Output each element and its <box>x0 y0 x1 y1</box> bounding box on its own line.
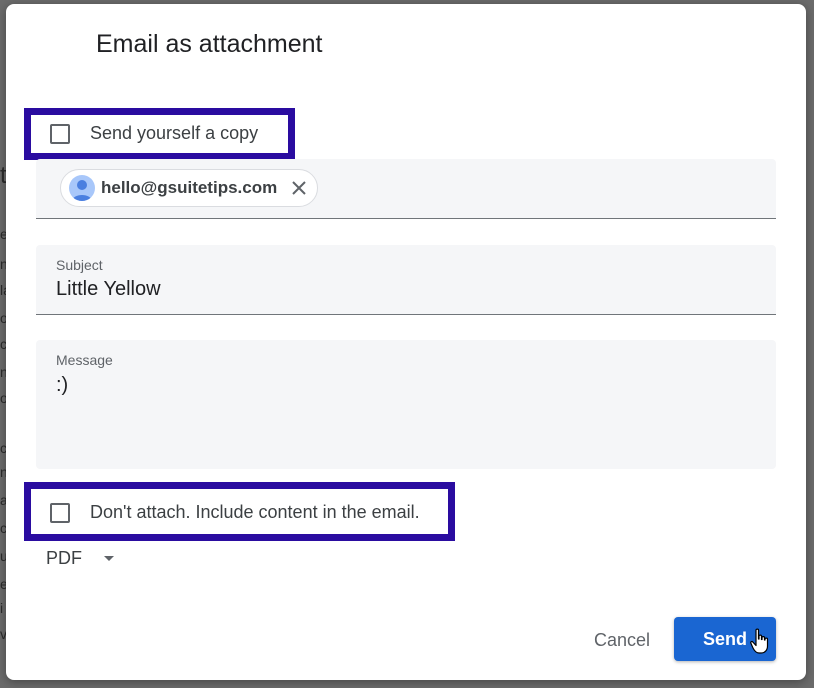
cancel-button[interactable]: Cancel <box>580 618 664 662</box>
no-attach-checkbox[interactable] <box>50 502 70 523</box>
message-input[interactable]: :) <box>56 374 68 397</box>
caret-down-icon <box>104 556 114 561</box>
message-label: Message <box>56 352 113 368</box>
send-copy-option[interactable]: Send yourself a copy <box>50 123 258 144</box>
recipient-email: hello@gsuitetips.com <box>101 178 278 197</box>
message-field[interactable]: Message :) <box>36 340 776 469</box>
hand-cursor-icon <box>750 628 770 659</box>
no-attach-label: Don't attach. Include content in the ema… <box>90 502 420 522</box>
person-avatar-icon <box>69 175 95 201</box>
subject-input[interactable]: Little Yellow <box>56 278 161 301</box>
send-copy-checkbox[interactable] <box>50 123 70 144</box>
format-select[interactable]: PDF <box>46 548 114 569</box>
subject-label: Subject <box>56 257 103 273</box>
recipient-chip[interactable]: hello@gsuitetips.com <box>60 169 319 207</box>
dialog-title: Email as attachment <box>96 30 323 58</box>
recipients-field[interactable]: hello@gsuitetips.com <box>36 159 776 219</box>
subject-field[interactable]: Subject Little Yellow <box>36 245 776 315</box>
format-selected: PDF <box>46 548 82 568</box>
close-icon[interactable] <box>289 178 309 198</box>
email-as-attachment-dialog: Email as attachment Send yourself a copy… <box>6 4 806 680</box>
no-attach-option[interactable]: Don't attach. Include content in the ema… <box>50 502 420 523</box>
send-copy-label: Send yourself a copy <box>90 123 259 143</box>
